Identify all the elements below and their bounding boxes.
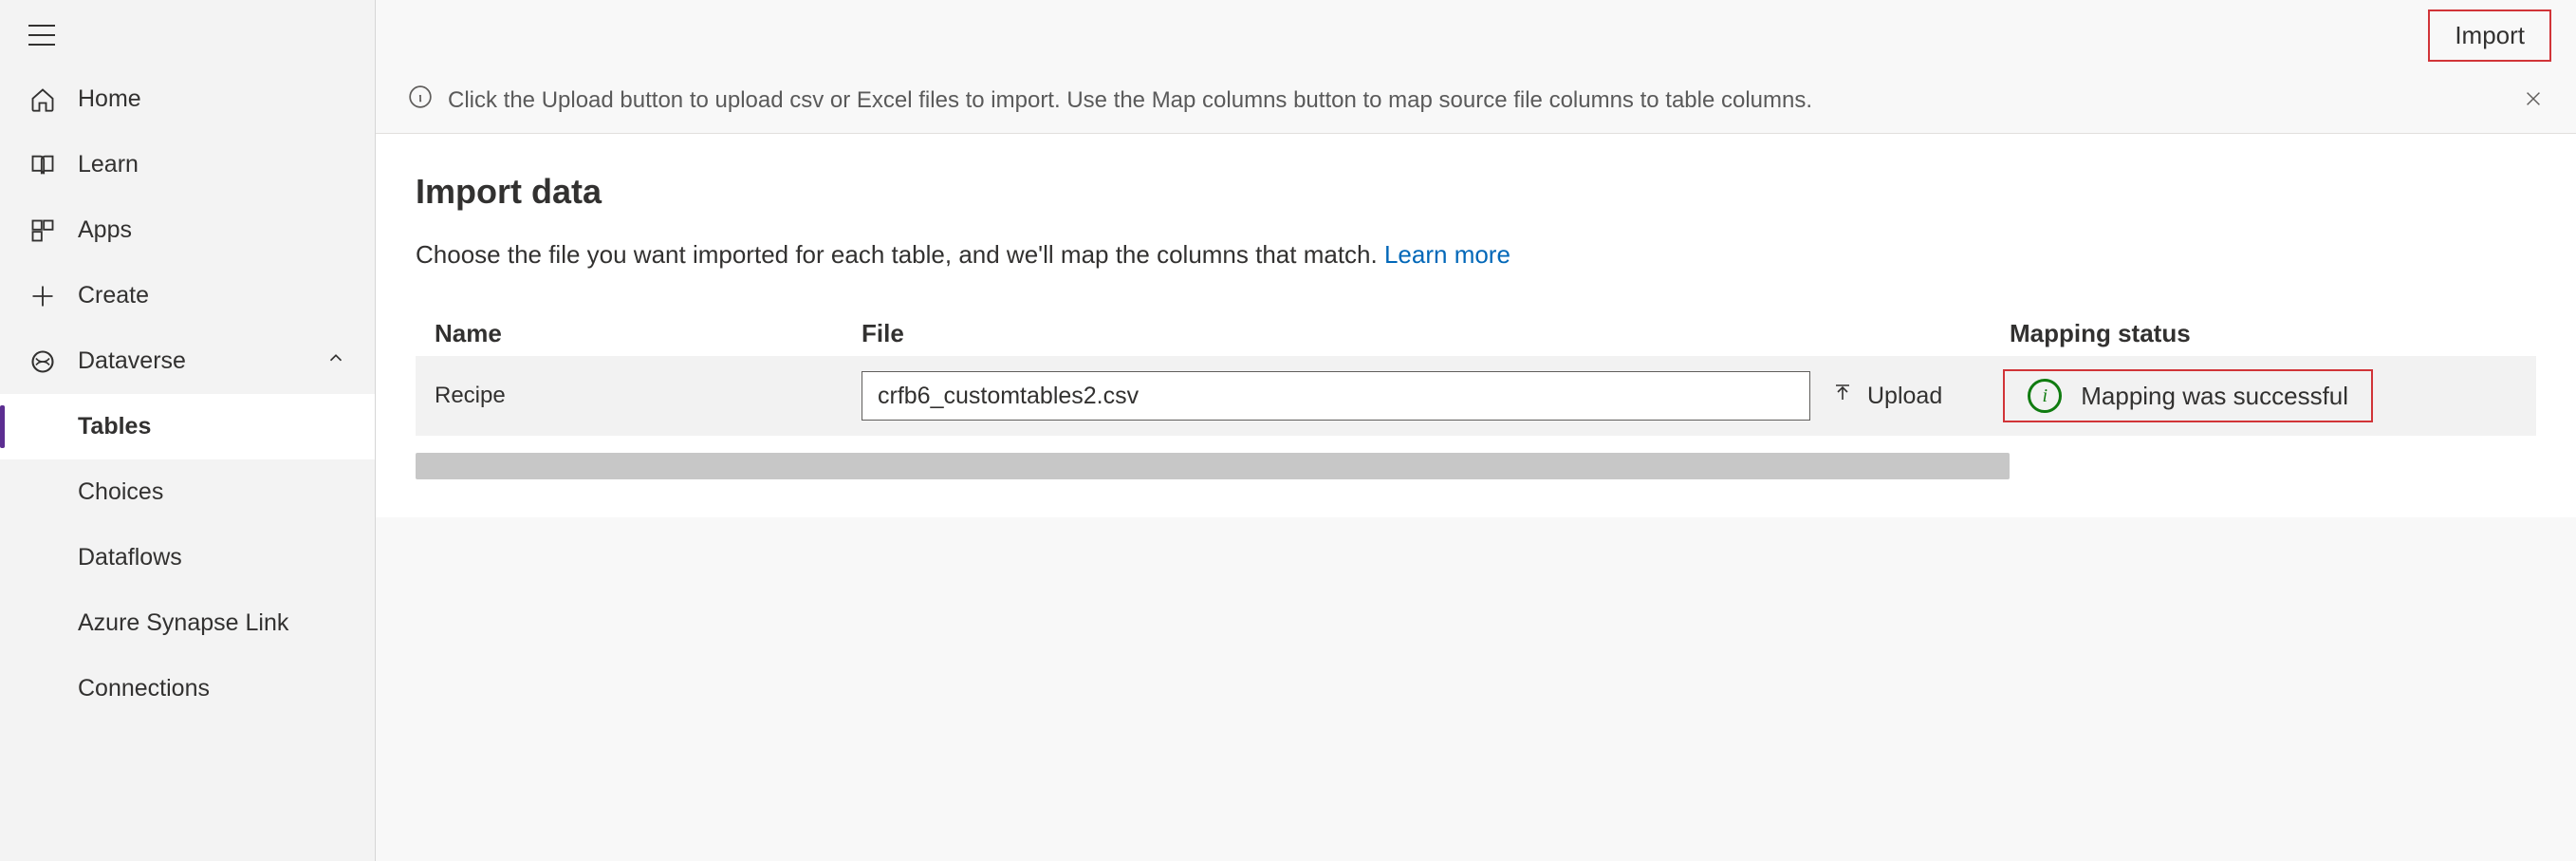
info-banner-text: Click the Upload button to upload csv or… bbox=[448, 87, 1812, 114]
sidebar-item-create[interactable]: Create bbox=[0, 263, 375, 328]
book-icon bbox=[28, 152, 57, 178]
apps-icon bbox=[28, 217, 57, 244]
import-grid: Name File Mapping status Recipe Upload bbox=[416, 308, 2536, 479]
sidebar-item-tables[interactable]: Tables bbox=[0, 394, 375, 459]
plus-icon bbox=[28, 283, 57, 309]
sidebar: Home Learn Apps Create Dataverse bbox=[0, 0, 376, 861]
column-header-name[interactable]: Name bbox=[435, 319, 862, 348]
app-root: Home Learn Apps Create Dataverse bbox=[0, 0, 2576, 861]
sidebar-item-apps[interactable]: Apps bbox=[0, 197, 375, 263]
sidebar-item-dataverse[interactable]: Dataverse bbox=[0, 328, 375, 394]
mapping-status-cell: i Mapping was successful bbox=[2003, 369, 2373, 422]
horizontal-scrollbar[interactable] bbox=[416, 453, 2010, 479]
sidebar-item-label: Tables bbox=[78, 413, 151, 440]
sidebar-item-connections[interactable]: Connections bbox=[0, 656, 375, 721]
info-icon bbox=[408, 84, 433, 116]
mapping-status-text: Mapping was successful bbox=[2081, 382, 2348, 411]
sidebar-item-learn[interactable]: Learn bbox=[0, 132, 375, 197]
sidebar-item-dataflows[interactable]: Dataflows bbox=[0, 525, 375, 590]
page-subtitle-text: Choose the file you want imported for ea… bbox=[416, 240, 1384, 269]
sidebar-dataverse-submenu: Tables Choices Dataflows Azure Synapse L… bbox=[0, 394, 375, 721]
grid-header-row: Name File Mapping status bbox=[416, 308, 2536, 356]
close-icon[interactable] bbox=[2523, 85, 2544, 116]
main-pane: Import Click the Upload button to upload… bbox=[376, 0, 2576, 861]
row-name-cell: Recipe bbox=[435, 383, 862, 409]
hamburger-menu-button[interactable] bbox=[0, 8, 375, 66]
sidebar-item-label: Learn bbox=[78, 151, 139, 178]
sidebar-item-label: Dataflows bbox=[78, 544, 182, 571]
home-icon bbox=[28, 86, 57, 113]
upload-label: Upload bbox=[1867, 383, 1942, 410]
sidebar-item-label: Home bbox=[78, 85, 141, 113]
page-subtitle: Choose the file you want imported for ea… bbox=[416, 240, 2536, 270]
chevron-up-icon bbox=[325, 347, 346, 375]
sidebar-item-label: Apps bbox=[78, 216, 132, 244]
sidebar-item-label: Choices bbox=[78, 478, 163, 506]
column-header-status[interactable]: Mapping status bbox=[1886, 319, 2517, 348]
upload-button[interactable]: Upload bbox=[1810, 382, 1942, 411]
sidebar-item-label: Create bbox=[78, 282, 149, 309]
sidebar-item-label: Dataverse bbox=[78, 347, 186, 375]
import-button[interactable]: Import bbox=[2428, 9, 2551, 62]
file-name-input[interactable] bbox=[862, 371, 1810, 421]
column-header-file[interactable]: File bbox=[862, 319, 1886, 348]
sidebar-item-label: Azure Synapse Link bbox=[78, 609, 288, 637]
sidebar-item-label: Connections bbox=[78, 675, 210, 702]
sidebar-item-home[interactable]: Home bbox=[0, 66, 375, 132]
success-icon: i bbox=[2028, 379, 2062, 413]
info-banner: Click the Upload button to upload csv or… bbox=[376, 67, 2576, 134]
table-row: Recipe Upload i Mapping was successful bbox=[416, 356, 2536, 436]
content-area: Import data Choose the file you want imp… bbox=[376, 134, 2576, 517]
page-title: Import data bbox=[416, 172, 2536, 212]
dataverse-icon bbox=[28, 348, 57, 375]
sidebar-item-choices[interactable]: Choices bbox=[0, 459, 375, 525]
sidebar-item-azure-synapse-link[interactable]: Azure Synapse Link bbox=[0, 590, 375, 656]
upload-icon bbox=[1831, 382, 1854, 411]
learn-more-link[interactable]: Learn more bbox=[1384, 240, 1510, 269]
command-bar: Import bbox=[376, 0, 2576, 67]
menu-icon bbox=[28, 25, 55, 46]
